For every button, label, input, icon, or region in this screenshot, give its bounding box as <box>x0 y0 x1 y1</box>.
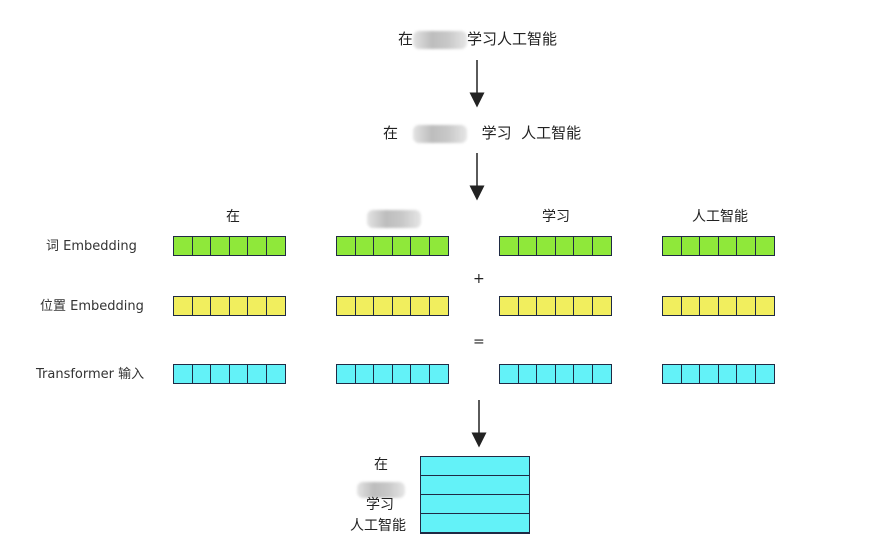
matrix-label-zai: 在 <box>374 457 388 473</box>
position-embedding-vector-1 <box>173 296 286 316</box>
row-label-word-embedding: 词 Embedding <box>46 239 137 254</box>
row-label-position-embedding: 位置 Embedding <box>40 299 144 314</box>
token-header-blurred <box>367 208 421 228</box>
transformer-input-vector-1 <box>173 364 286 384</box>
transformer-input-matrix <box>420 456 530 534</box>
blurred-token <box>367 209 421 228</box>
row-label-transformer-input: Transformer 输入 <box>36 367 145 382</box>
token-header-zai: 在 <box>226 209 240 225</box>
token-header-rengongzhineng: 人工智能 <box>692 209 748 225</box>
word-embedding-vector-1 <box>173 236 286 256</box>
word-embedding-vector-3 <box>499 236 612 256</box>
position-embedding-vector-3 <box>499 296 612 316</box>
plus-operator: + <box>473 271 485 287</box>
transformer-input-vector-2 <box>336 364 449 384</box>
word-embedding-vector-2 <box>336 236 449 256</box>
position-embedding-vector-4 <box>662 296 775 316</box>
equals-operator: = <box>473 334 485 350</box>
token-header-xuexi: 学习 <box>542 209 570 225</box>
matrix-label-xuexi: 学习 <box>366 497 394 513</box>
transformer-input-vector-3 <box>499 364 612 384</box>
matrix-label-rengongzhineng: 人工智能 <box>350 518 406 534</box>
transformer-input-vector-4 <box>662 364 775 384</box>
position-embedding-vector-2 <box>336 296 449 316</box>
word-embedding-vector-4 <box>662 236 775 256</box>
